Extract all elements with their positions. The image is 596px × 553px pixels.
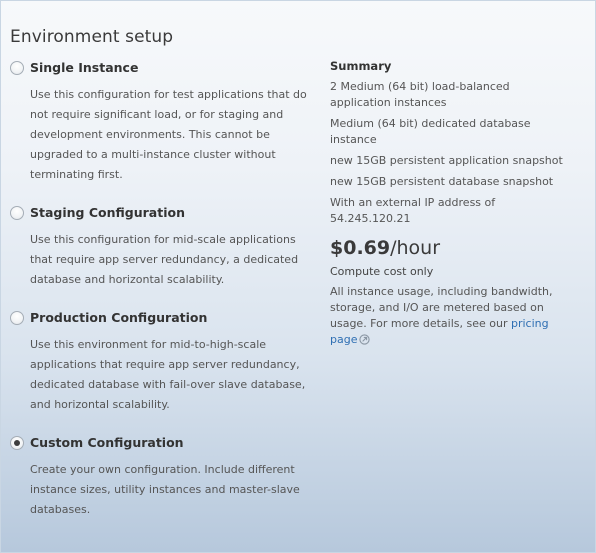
price-note: Compute cost only (330, 265, 434, 278)
external-link-icon[interactable] (359, 334, 371, 350)
summary-item-app-snapshot: new 15GB persistent application snapshot (330, 154, 563, 167)
radio-custom-configuration[interactable] (10, 436, 24, 450)
usage-note: All instance usage, including bandwidth,… (330, 284, 565, 350)
radio-staging-configuration[interactable] (10, 206, 24, 220)
price-amount: $0.69 (330, 237, 391, 259)
option-label[interactable]: Staging Configuration (30, 205, 185, 220)
option-description: Create your own configuration. Include d… (30, 463, 300, 516)
hourly-price: $0.69/hour (330, 237, 565, 259)
option-label[interactable]: Single Instance (30, 60, 138, 75)
summary-heading: Summary (330, 59, 392, 73)
summary-item-db-snapshot: new 15GB persistent database snapshot (330, 175, 554, 188)
option-description: Use this environment for mid-to-high-sca… (30, 338, 306, 411)
option-description: Use this configuration for test applicat… (30, 88, 307, 181)
summary-item-database-instance: Medium (64 bit) dedicated database insta… (330, 117, 531, 146)
section-title: Environment setup (10, 27, 174, 47)
radio-production-configuration[interactable] (10, 311, 24, 325)
option-description: Use this configuration for mid-scale app… (30, 233, 299, 286)
option-label[interactable]: Custom Configuration (30, 435, 184, 450)
environment-setup-panel: Environment setup Single Instance Use th… (0, 0, 596, 553)
summary-item-app-instances: 2 Medium (64 bit) load-balanced applicat… (330, 80, 510, 109)
summary-item-ip-address: With an external IP address of 54.245.12… (330, 196, 496, 225)
radio-single-instance[interactable] (10, 61, 24, 75)
summary-panel: Summary 2 Medium (64 bit) load-balanced … (330, 59, 565, 350)
option-label[interactable]: Production Configuration (30, 310, 207, 325)
price-unit: /hour (390, 237, 441, 259)
